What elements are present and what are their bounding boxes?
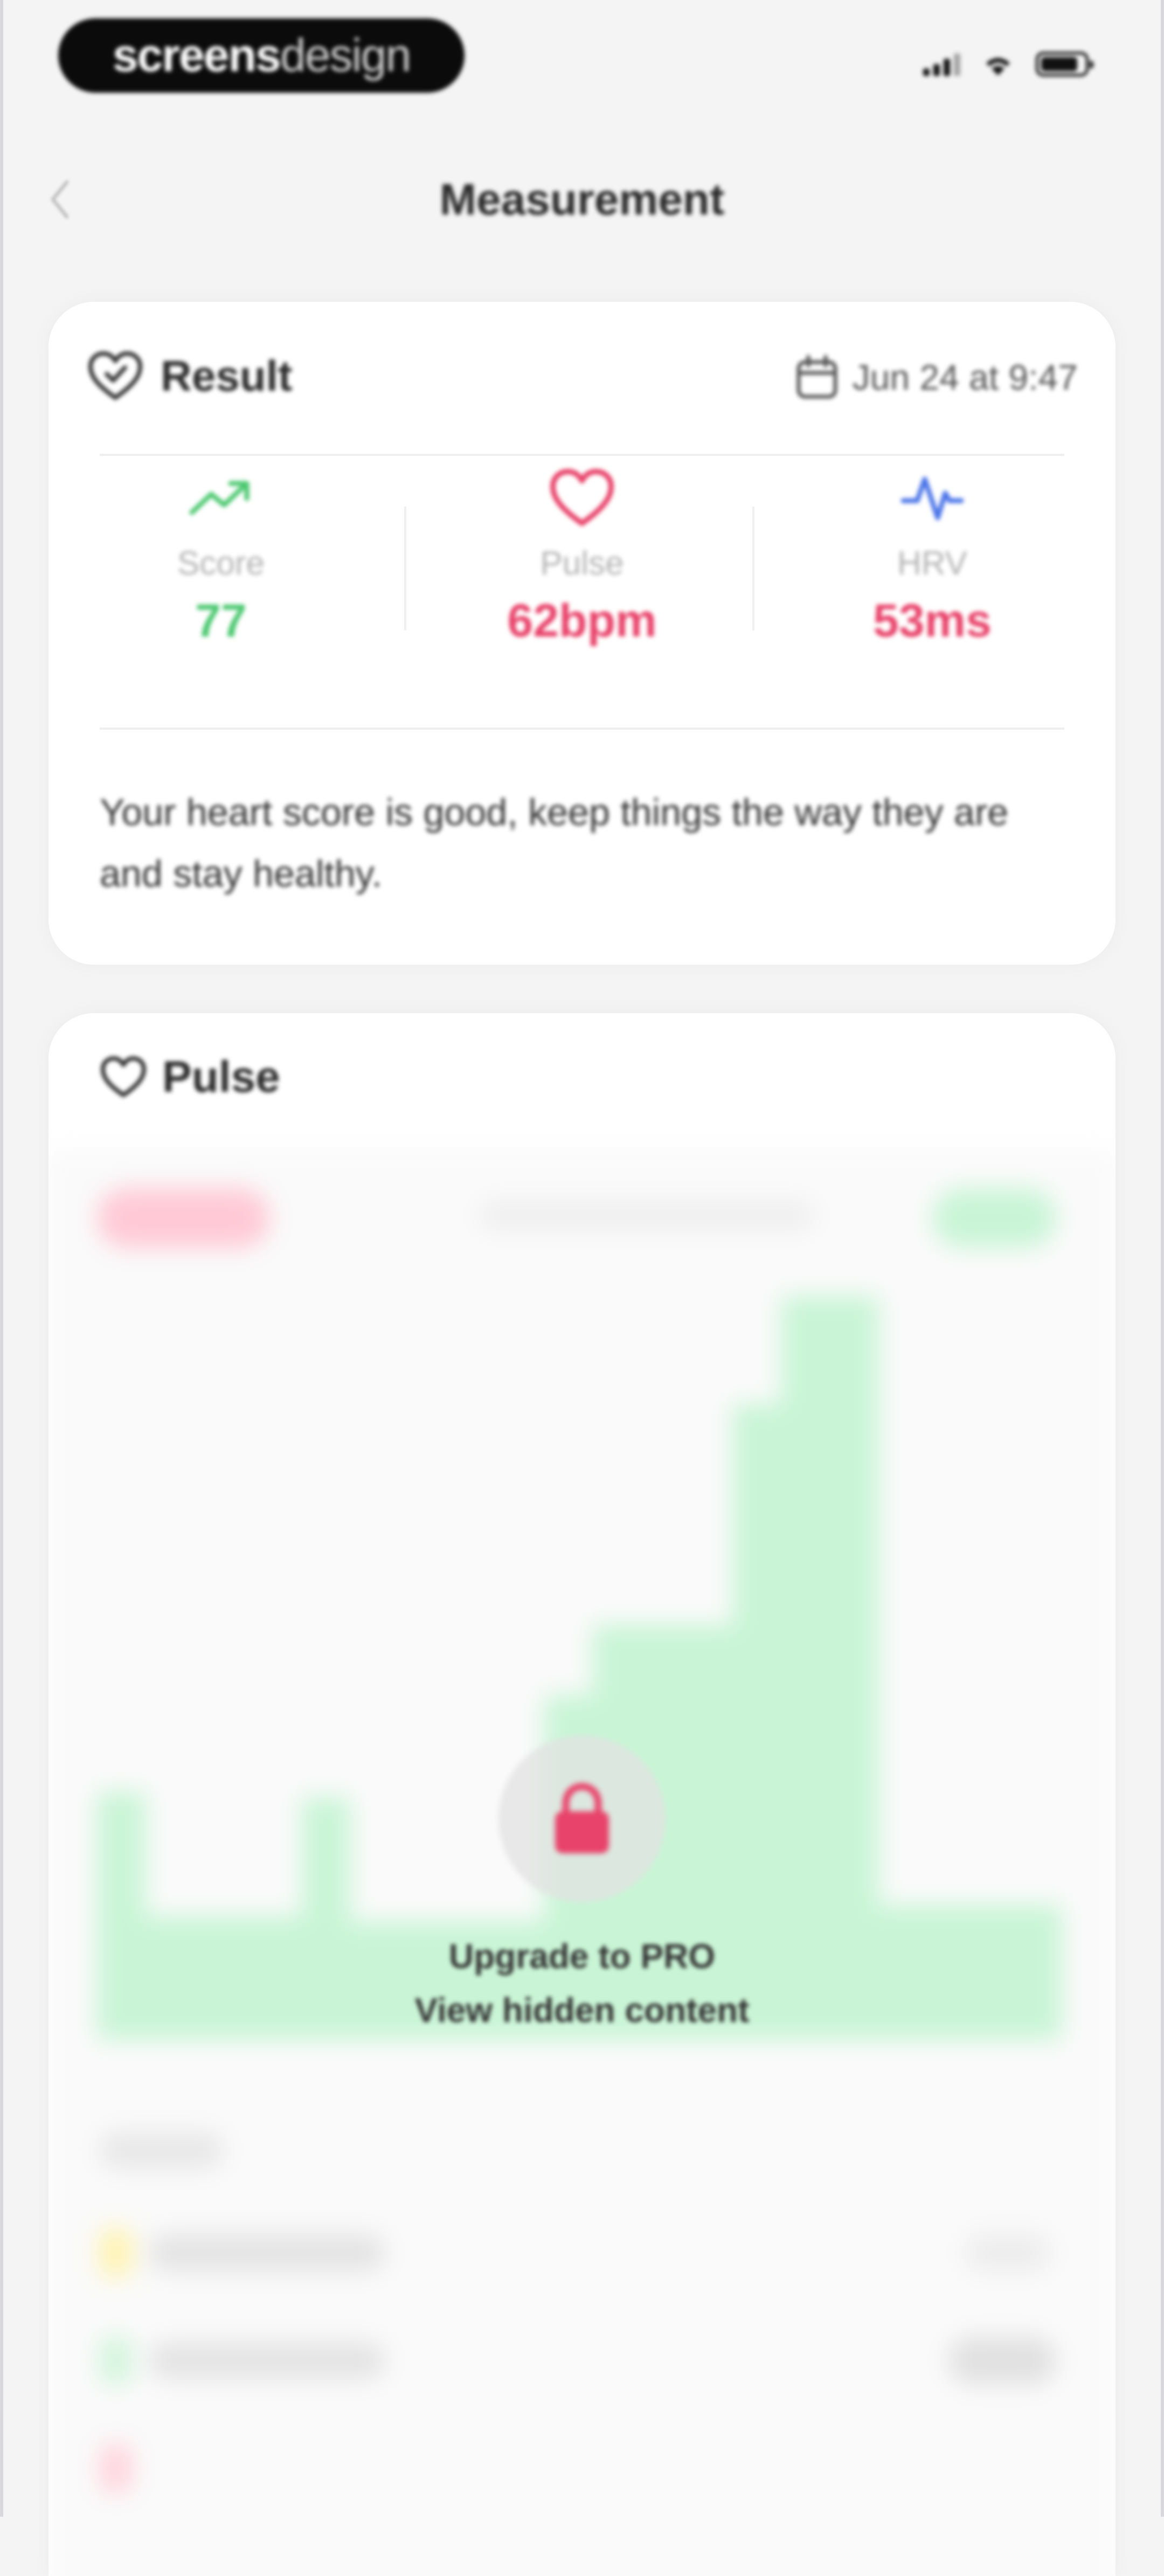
metric-score-value: 77 xyxy=(195,595,247,647)
device-frame-edge-left xyxy=(0,0,3,2517)
metric-hrv-label: HRV xyxy=(897,545,967,582)
brand-logo: screens design xyxy=(58,18,465,93)
brand-logo-bold: screens xyxy=(112,29,281,81)
upgrade-pro-text[interactable]: Upgrade to PRO View hidden content xyxy=(48,1929,1116,2037)
blurred-legend-dot xyxy=(100,2228,132,2277)
heart-check-icon xyxy=(88,351,142,400)
device-frame-edge-right xyxy=(1161,0,1164,2517)
metric-hrv-value: 53ms xyxy=(873,595,992,647)
lock-button[interactable] xyxy=(498,1735,666,1902)
metric-separator xyxy=(404,507,406,631)
upgrade-pro-line1[interactable]: Upgrade to PRO xyxy=(48,1929,1116,1983)
result-divider-bottom xyxy=(100,728,1064,730)
result-metrics: Score 77 Pulse 62bpm HRV 53ms xyxy=(48,463,1116,733)
status-bar: screens design xyxy=(0,0,1164,108)
blurred-chip-gray xyxy=(480,1202,814,1229)
blurred-chip-red xyxy=(97,1188,269,1248)
navigation-bar: Measurement xyxy=(0,151,1164,248)
blurred-chip-green xyxy=(932,1188,1056,1248)
cellular-signal-icon xyxy=(923,52,960,76)
blurred-row-value xyxy=(965,2234,1051,2272)
result-title: Result xyxy=(161,352,293,400)
result-card-header: Result xyxy=(86,349,293,403)
trend-up-icon xyxy=(189,481,250,515)
result-divider-top xyxy=(100,454,1064,456)
brand-logo-light: design xyxy=(280,29,411,81)
status-icons xyxy=(923,52,1093,77)
metric-pulse-value: 62bpm xyxy=(507,595,657,647)
lock-icon xyxy=(555,1783,609,1853)
pulse-title: Pulse xyxy=(162,1052,280,1102)
blurred-row-value xyxy=(948,2336,1056,2385)
measurement-date: Jun 24 at 9:47 xyxy=(795,355,1078,400)
measurement-date-text: Jun 24 at 9:47 xyxy=(852,357,1078,397)
page-title: Measurement xyxy=(439,175,725,224)
blurred-legend-dot xyxy=(100,2336,132,2385)
pulse-card: Pulse Upgrade to PRO View hidden content xyxy=(48,1013,1116,2576)
pulse-card-header: Pulse xyxy=(100,1052,280,1103)
wifi-icon xyxy=(986,58,1010,75)
heart-icon xyxy=(101,1056,146,1097)
battery-icon xyxy=(1036,52,1093,77)
metric-pulse: Pulse 62bpm xyxy=(410,463,754,648)
blurred-legend-dot xyxy=(100,2444,132,2492)
metric-score: Score 77 xyxy=(48,463,393,648)
upgrade-pro-line2[interactable]: View hidden content xyxy=(48,1983,1116,2037)
metric-pulse-label: Pulse xyxy=(540,545,624,582)
blurred-row-label xyxy=(100,2131,224,2169)
calendar-icon xyxy=(796,355,837,399)
metric-score-label: Score xyxy=(177,545,265,582)
pulse-wave-icon xyxy=(900,476,964,521)
metric-separator xyxy=(752,507,754,631)
metric-hrv: HRV 53ms xyxy=(760,463,1105,648)
blurred-row-text xyxy=(148,2342,385,2379)
upgrade-pro-overlay[interactable]: Upgrade to PRO View hidden content xyxy=(48,1735,1116,2037)
blurred-row-text xyxy=(148,2234,385,2272)
result-summary: Your heart score is good, keep things th… xyxy=(100,791,1009,895)
result-card: Result Jun 24 at 9:47 Score 77 Pulse 62b… xyxy=(48,302,1116,965)
heart-icon xyxy=(550,469,614,526)
